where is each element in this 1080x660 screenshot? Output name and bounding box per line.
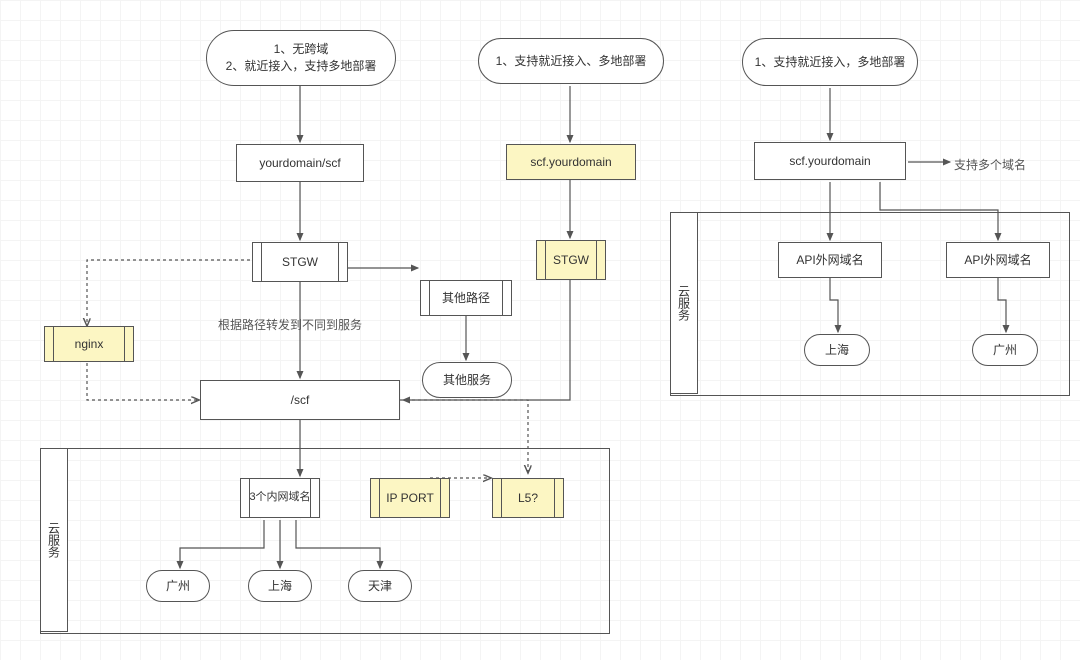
internal-domain: 3个内网域名 <box>240 478 320 518</box>
scf-path: /scf <box>200 380 400 420</box>
start-a-line2: 2、就近接入，支持多地部署 <box>226 58 377 75</box>
start-c: 1、支持就近接入，多地部署 <box>742 38 918 86</box>
l5: L5? <box>492 478 564 518</box>
city-sh-c: 上海 <box>804 334 870 366</box>
city-sh-a: 上海 <box>248 570 312 602</box>
multi-domain-label: 支持多个域名 <box>954 156 1026 173</box>
stgw-a: STGW <box>252 242 348 282</box>
cloud-package-c: 云服务 <box>670 212 1070 396</box>
api-left: API外网域名 <box>778 242 882 278</box>
api-right: API外网域名 <box>946 242 1050 278</box>
domain-c: scf.yourdomain <box>754 142 906 180</box>
route-text: 根据路径转发到不同到服务 <box>218 316 362 333</box>
stgw-b: STGW <box>536 240 606 280</box>
cloud-package-c-title: 云服务 <box>670 212 698 394</box>
city-gz-a: 广州 <box>146 570 210 602</box>
city-gz-c: 广州 <box>972 334 1038 366</box>
domain-a: yourdomain/scf <box>236 144 364 182</box>
domain-b: scf.yourdomain <box>506 144 636 180</box>
cloud-package-a-title: 云服务 <box>40 448 68 632</box>
start-b: 1、支持就近接入、多地部署 <box>478 38 664 84</box>
ipport: IP PORT <box>370 478 450 518</box>
start-a-line1: 1、无跨域 <box>226 41 377 58</box>
other-service: 其他服务 <box>422 362 512 398</box>
city-tj-a: 天津 <box>348 570 412 602</box>
start-a: 1、无跨域 2、就近接入，支持多地部署 <box>206 30 396 86</box>
cloud-package-a: 云服务 <box>40 448 610 634</box>
other-route: 其他路径 <box>420 280 512 316</box>
nginx: nginx <box>44 326 134 362</box>
